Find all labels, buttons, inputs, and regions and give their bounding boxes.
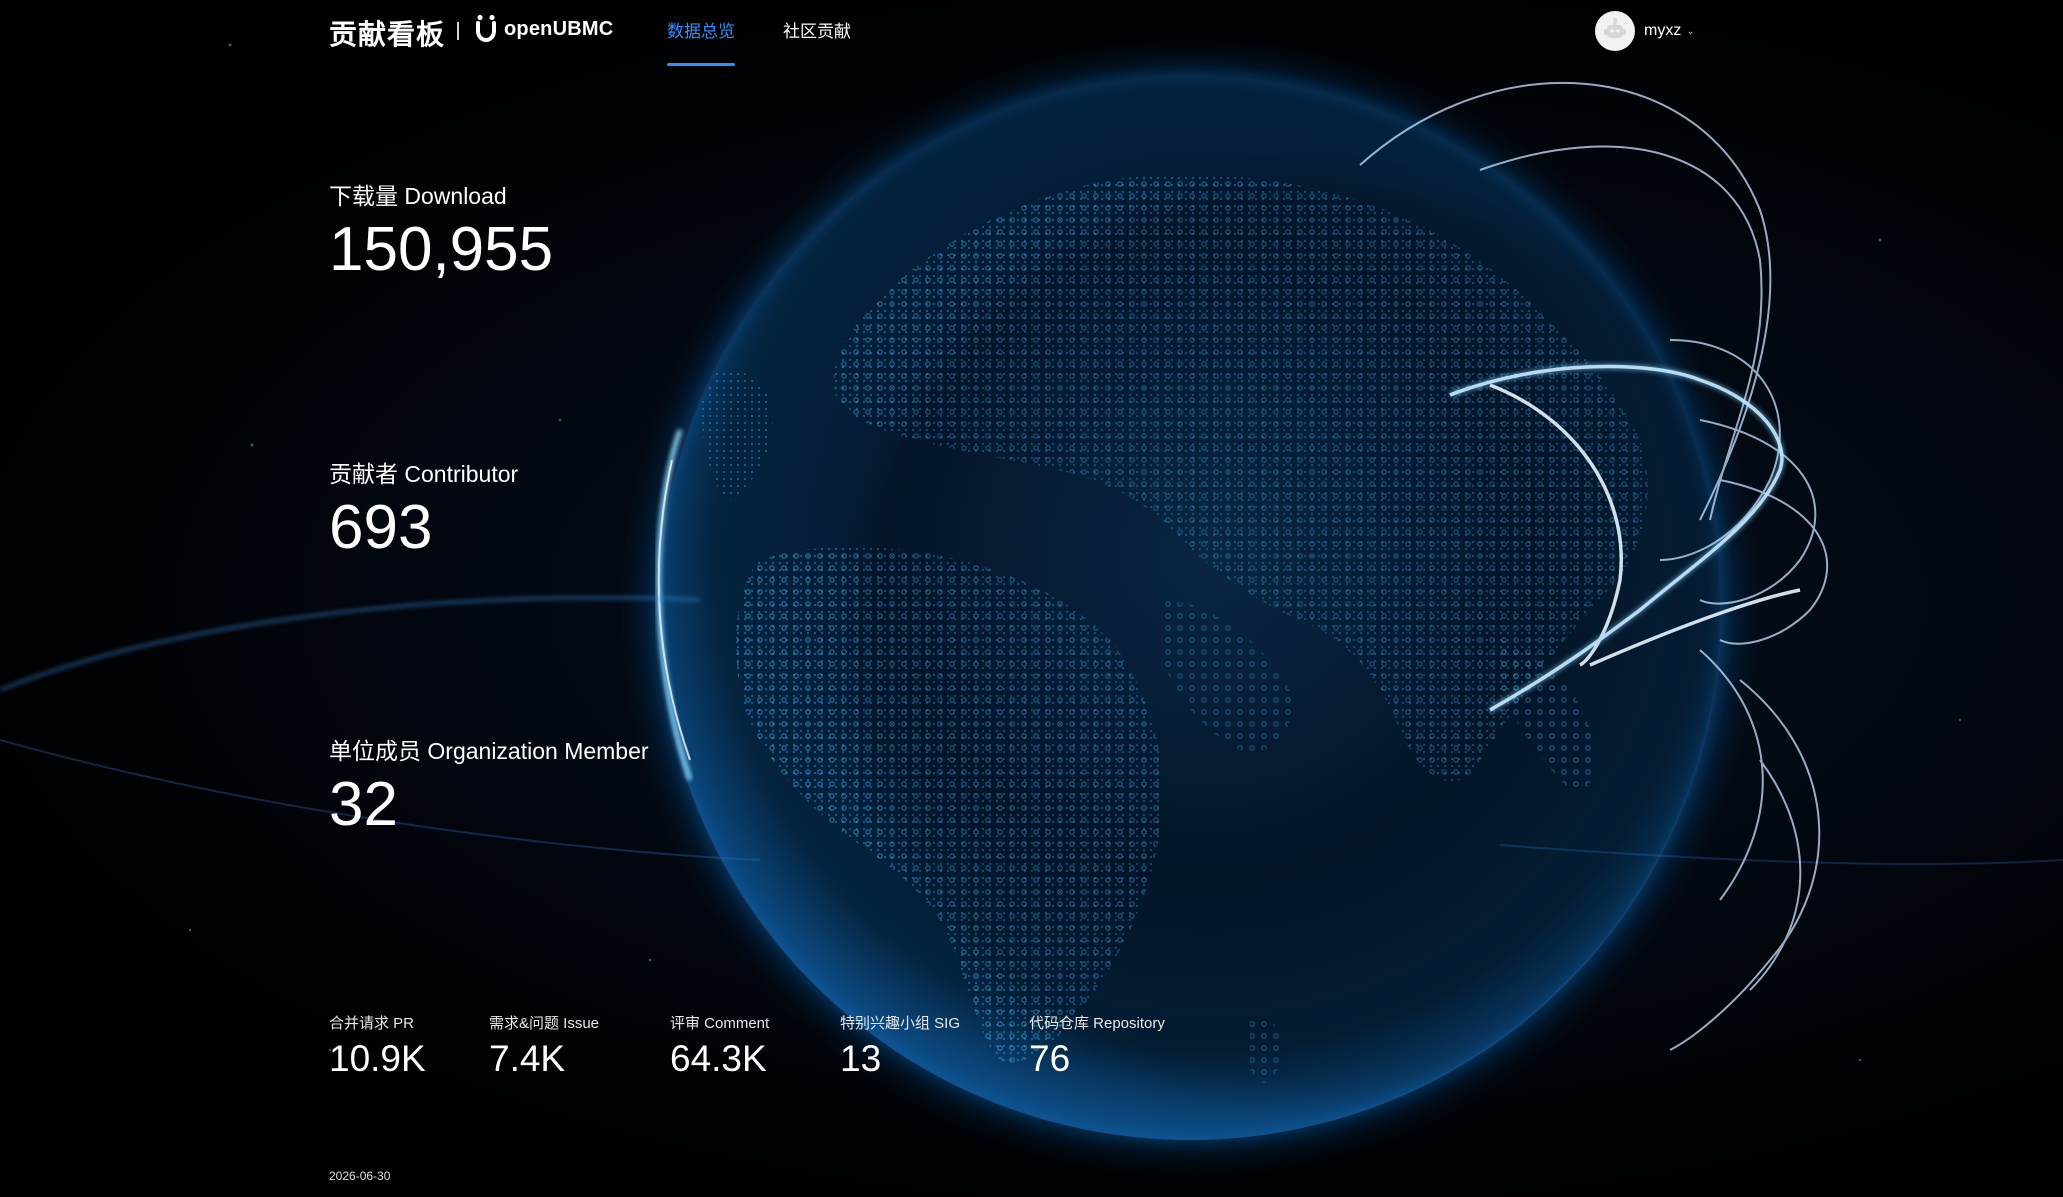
stat-sig: 特别兴趣小组 SIG 13 <box>840 1012 1029 1081</box>
stat-comment-value: 64.3K <box>670 1038 767 1079</box>
stat-issue-value: 7.4K <box>489 1038 566 1079</box>
brand-title[interactable]: 贡献看板 <box>329 13 445 53</box>
nav-tab-overview[interactable]: 数据总览 <box>667 0 735 66</box>
metric-organization-member: 单位成员 Organization Member 32 <box>329 732 649 840</box>
metric-download-value: 150,955 <box>329 215 554 284</box>
openubmc-logo[interactable]: openUBMC <box>474 13 613 45</box>
metric-download: 下载量 Download 150,955 <box>329 177 553 285</box>
metric-organization-member-value: 32 <box>329 770 398 839</box>
nav-tab-community-contribution[interactable]: 社区贡献 <box>783 0 851 66</box>
chevron-down-icon[interactable]: ⌄ <box>1686 26 1694 37</box>
stat-pr-label: 合并请求 PR <box>329 1015 415 1032</box>
openubmc-logo-icon <box>476 14 496 43</box>
dashboard-background: 贡献看板 openUBMC 数据总览 社区贡献 myxz ⌄ 下载量 Downl… <box>0 0 2063 1197</box>
stat-sig-label: 特别兴趣小组 SIG <box>840 1015 961 1032</box>
logo-text: openUBMC <box>504 17 614 40</box>
avatar[interactable] <box>1595 11 1635 51</box>
stat-issue-label: 需求&问题 Issue <box>489 1015 600 1032</box>
username[interactable]: myxz <box>1644 22 1681 40</box>
stat-comment-label: 评审 Comment <box>670 1015 770 1032</box>
stat-pr-value: 10.9K <box>329 1038 426 1079</box>
robot-avatar-icon <box>1604 18 1626 38</box>
stat-repository-value: 76 <box>1029 1038 1071 1079</box>
stat-repository: 代码仓库 Repository 76 <box>1029 1012 1229 1081</box>
stat-repository-label: 代码仓库 Repository <box>1029 1015 1165 1032</box>
metric-contributor-label: 贡献者 Contributor <box>329 461 519 487</box>
data-date: 2026-06-30 <box>329 1169 391 1183</box>
main-nav: 数据总览 社区贡献 <box>667 0 899 66</box>
metric-organization-member-label: 单位成员 Organization Member <box>329 738 649 764</box>
metric-download-label: 下载量 Download <box>329 183 507 209</box>
stats-row: 合并请求 PR 10.9K 需求&问题 Issue 7.4K 评审 Commen… <box>329 1012 1229 1081</box>
user-menu[interactable]: myxz ⌄ <box>1595 11 1695 51</box>
stat-issue: 需求&问题 Issue 7.4K <box>489 1012 670 1081</box>
stat-sig-value: 13 <box>840 1038 882 1079</box>
metric-contributor-value: 693 <box>329 493 433 562</box>
stat-comment: 评审 Comment 64.3K <box>670 1012 840 1081</box>
metric-contributor: 贡献者 Contributor 693 <box>329 455 518 563</box>
brand-divider <box>457 22 459 40</box>
top-header: 贡献看板 openUBMC 数据总览 社区贡献 myxz ⌄ <box>0 0 2063 66</box>
stat-pr: 合并请求 PR 10.9K <box>329 1012 489 1081</box>
